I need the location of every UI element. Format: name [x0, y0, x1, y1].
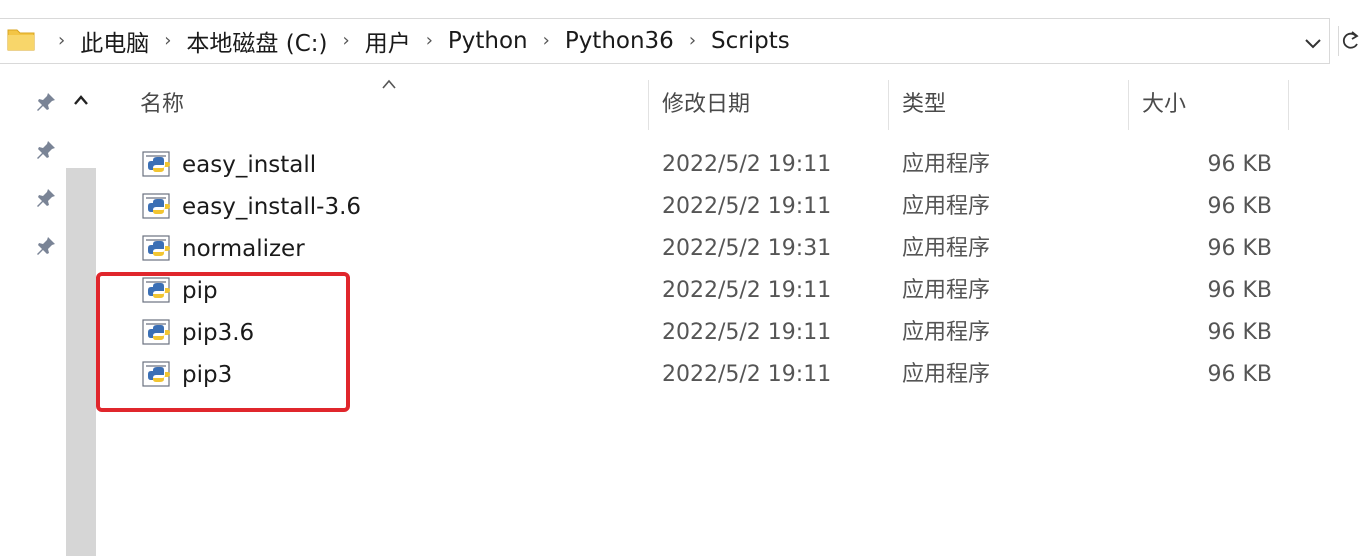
python-exe-icon	[142, 235, 170, 261]
file-row[interactable]: easy_install-3.6 2022/5/2 19:11 应用程序 96 …	[130, 186, 1300, 228]
file-row[interactable]: pip3.6 2022/5/2 19:11 应用程序 96 KB	[130, 312, 1300, 354]
column-divider[interactable]	[888, 80, 889, 130]
python-exe-icon	[142, 319, 170, 345]
breadcrumb: › 此电脑 › 本地磁盘 (C:) › 用户 › Python › Python…	[50, 18, 797, 64]
file-date: 2022/5/2 19:11	[662, 194, 832, 219]
pin-icon[interactable]	[34, 186, 58, 210]
sort-ascending-icon	[382, 79, 396, 89]
chevron-right-icon[interactable]: ›	[156, 30, 179, 51]
file-date: 2022/5/2 19:31	[662, 236, 832, 261]
file-size: 96 KB	[1207, 194, 1272, 219]
pin-icon[interactable]	[34, 234, 58, 258]
file-row[interactable]: pip3 2022/5/2 19:11 应用程序 96 KB	[130, 354, 1300, 396]
breadcrumb-this-pc[interactable]: 此电脑	[73, 24, 156, 58]
file-name[interactable]: pip3.6	[182, 312, 254, 354]
python-exe-icon	[142, 193, 170, 219]
file-name[interactable]: pip	[182, 270, 218, 312]
file-name[interactable]: pip3	[182, 354, 232, 396]
navigation-pane	[0, 80, 96, 556]
chevron-right-icon[interactable]: ›	[418, 30, 441, 51]
column-header-date[interactable]: 修改日期	[662, 80, 750, 130]
file-type: 应用程序	[902, 194, 991, 219]
refresh-icon[interactable]	[1338, 26, 1360, 56]
breadcrumb-users[interactable]: 用户	[358, 24, 418, 58]
file-row[interactable]: easy_install 2022/5/2 19:11 应用程序 96 KB	[130, 144, 1300, 186]
file-type: 应用程序	[902, 278, 991, 303]
file-name[interactable]: easy_install-3.6	[182, 186, 361, 228]
file-type: 应用程序	[902, 236, 991, 261]
chevron-right-icon[interactable]: ›	[681, 30, 704, 51]
file-row[interactable]: pip 2022/5/2 19:11 应用程序 96 KB	[130, 270, 1300, 312]
file-type: 应用程序	[902, 362, 991, 387]
python-exe-icon	[142, 361, 170, 387]
file-name[interactable]: normalizer	[182, 228, 305, 270]
chevron-right-icon[interactable]: ›	[50, 30, 73, 51]
column-divider[interactable]	[1128, 80, 1129, 130]
chevron-right-icon[interactable]: ›	[334, 30, 357, 51]
column-header-name[interactable]: 名称	[140, 80, 184, 130]
folder-icon	[7, 29, 35, 51]
scroll-up-icon[interactable]	[70, 90, 92, 112]
file-name[interactable]: easy_install	[182, 144, 316, 186]
file-size: 96 KB	[1207, 236, 1272, 261]
pin-icon[interactable]	[34, 90, 58, 114]
file-type: 应用程序	[902, 152, 991, 177]
file-date: 2022/5/2 19:11	[662, 152, 832, 177]
file-date: 2022/5/2 19:11	[662, 320, 832, 345]
column-header-size[interactable]: 大小	[1142, 80, 1186, 130]
breadcrumb-python36[interactable]: Python36	[558, 28, 681, 54]
chevron-right-icon[interactable]: ›	[535, 30, 558, 51]
python-exe-icon	[142, 277, 170, 303]
chevron-down-icon[interactable]	[1300, 30, 1326, 56]
file-date: 2022/5/2 19:11	[662, 278, 832, 303]
file-row[interactable]: normalizer 2022/5/2 19:31 应用程序 96 KB	[130, 228, 1300, 270]
scrollbar-thumb[interactable]	[66, 168, 96, 556]
breadcrumb-python[interactable]: Python	[441, 28, 535, 54]
column-divider[interactable]	[1288, 80, 1289, 130]
column-header-type[interactable]: 类型	[902, 80, 946, 130]
address-bar[interactable]: › 此电脑 › 本地磁盘 (C:) › 用户 › Python › Python…	[0, 0, 1360, 80]
column-divider[interactable]	[648, 80, 649, 130]
file-date: 2022/5/2 19:11	[662, 362, 832, 387]
file-size: 96 KB	[1207, 278, 1272, 303]
pin-icon[interactable]	[34, 138, 58, 162]
file-size: 96 KB	[1207, 152, 1272, 177]
file-size: 96 KB	[1207, 362, 1272, 387]
file-type: 应用程序	[902, 320, 991, 345]
python-exe-icon	[142, 151, 170, 177]
file-size: 96 KB	[1207, 320, 1272, 345]
breadcrumb-scripts[interactable]: Scripts	[704, 28, 797, 54]
breadcrumb-local-disk[interactable]: 本地磁盘 (C:)	[179, 24, 334, 58]
